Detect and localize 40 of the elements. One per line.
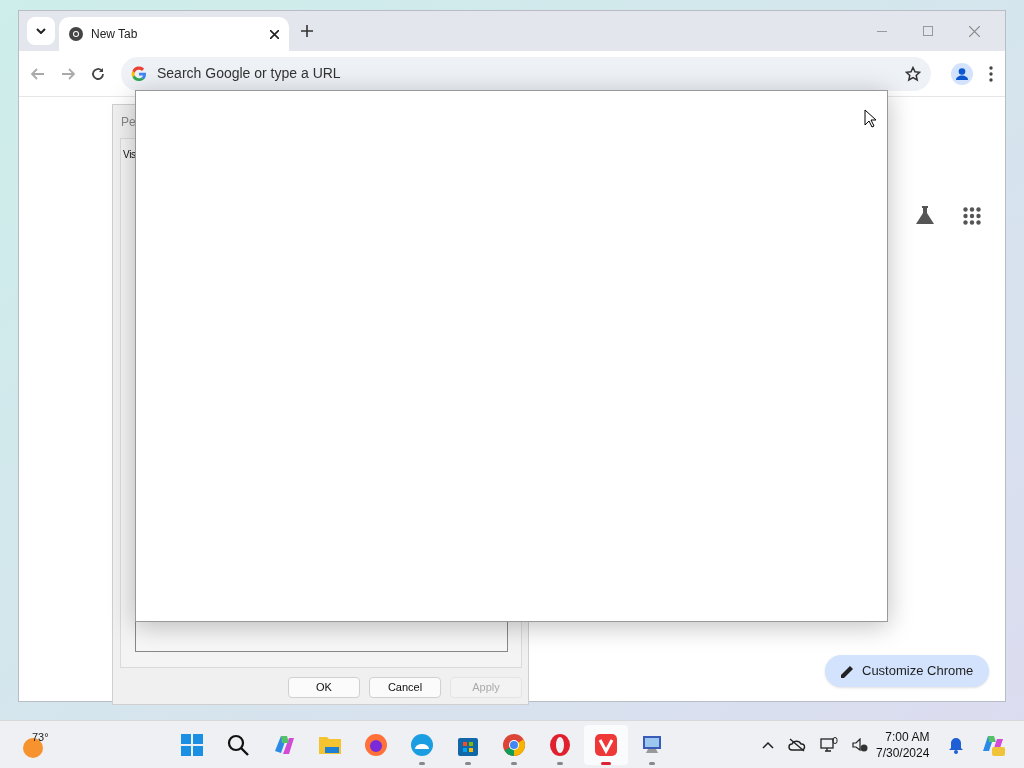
tab-search-button[interactable] — [27, 17, 55, 45]
chrome-icon — [502, 733, 526, 757]
flask-icon[interactable] — [915, 206, 935, 224]
maximize-icon — [923, 26, 933, 36]
omnibox-input[interactable]: Search Google or type a URL — [157, 63, 895, 84]
reload-icon[interactable] — [91, 66, 105, 81]
clock-time[interactable]: 7:00 AM — [885, 729, 930, 745]
weather-temperature[interactable]: 73° — [32, 729, 49, 746]
start-icon — [180, 733, 204, 757]
vivaldi-icon — [594, 733, 618, 757]
plus-icon — [301, 25, 313, 37]
close-tab-icon[interactable] — [270, 29, 279, 39]
cloud-off-icon[interactable] — [788, 738, 806, 752]
swirl-icon — [272, 733, 296, 757]
chevron-up-icon[interactable] — [762, 741, 774, 749]
menu-icon[interactable] — [989, 65, 993, 82]
clock-date[interactable]: 7/30/2024 — [876, 745, 930, 761]
opera-icon — [548, 733, 572, 757]
star-icon[interactable] — [905, 65, 921, 82]
cursor-icon — [864, 109, 877, 128]
chevron-down-icon — [36, 28, 46, 34]
close-icon — [968, 25, 980, 37]
customize-chrome-button[interactable]: Customize Chrome — [825, 655, 990, 687]
speaker-muted-icon[interactable] — [852, 738, 868, 752]
address-bar[interactable]: Search Google or type a URL — [121, 56, 931, 91]
browser-tab[interactable]: New Tab — [59, 17, 289, 51]
network-icon[interactable] — [820, 737, 838, 753]
minimize-icon — [877, 30, 887, 32]
google-icon — [131, 65, 147, 82]
bell-icon[interactable] — [948, 737, 964, 754]
apps-grid-icon[interactable] — [963, 207, 981, 225]
dialog-button[interactable]: OK — [288, 677, 360, 698]
pencil-icon — [841, 664, 854, 678]
profile-icon[interactable] — [951, 62, 973, 85]
dialog-button[interactable]: Cancel — [369, 677, 441, 698]
dialog-tab[interactable]: Vis — [123, 147, 136, 162]
search-icon — [226, 733, 250, 757]
dialog-title: Pe — [121, 114, 136, 131]
chrome-logo-icon — [69, 27, 83, 41]
tab-title: New Tab — [91, 26, 139, 43]
